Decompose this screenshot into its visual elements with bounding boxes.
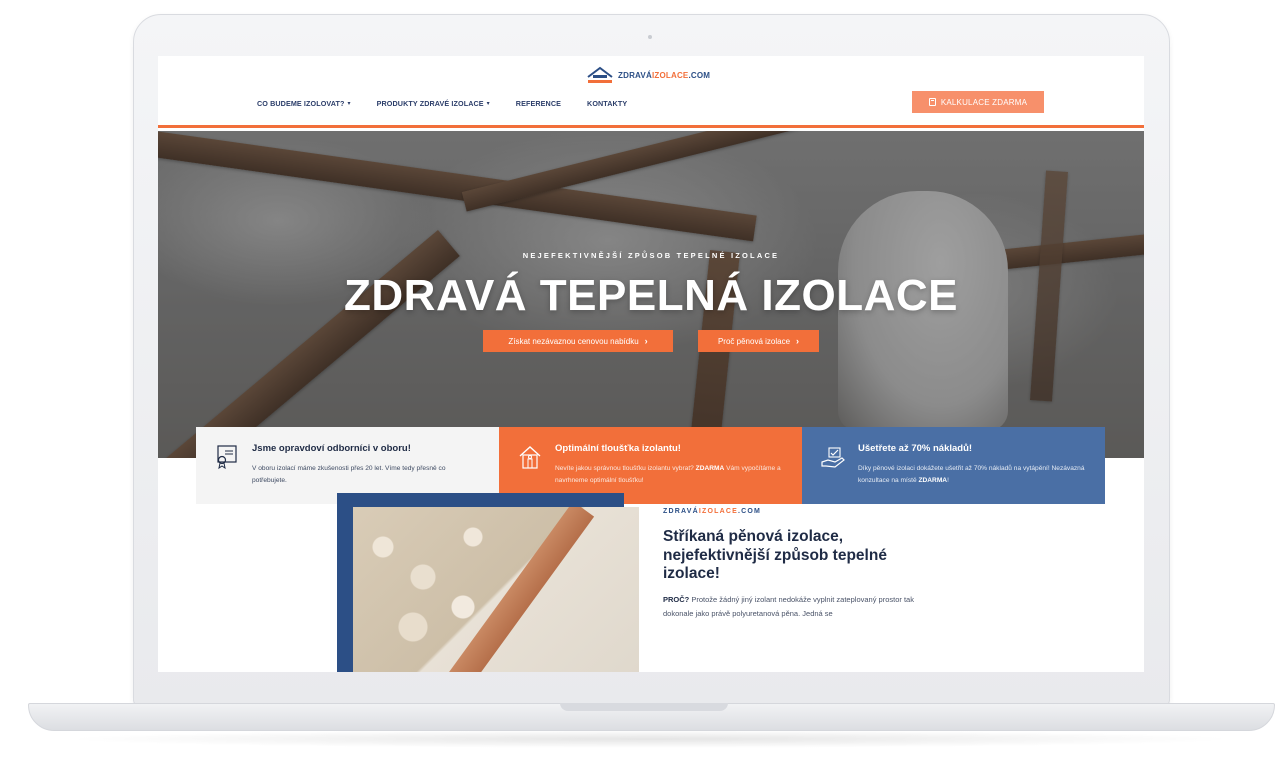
content-text: PROČ? Protože žádný jiný izolant nedokáž… [663,595,914,618]
content-title: Stříkaná pěnová izolace, nejefektivnější… [663,528,887,582]
content-brand: ZDRAVÁIZOLACE.COM [663,508,762,515]
photo-beam [437,507,595,672]
laptop-notch [560,703,728,711]
camera-dot [648,35,652,39]
content-section: ZDRAVÁIZOLACE.COM Stříkaná pěnová izolac… [158,56,1144,672]
foam-insulation-photo [353,507,639,672]
laptop-shadow [60,730,1240,748]
